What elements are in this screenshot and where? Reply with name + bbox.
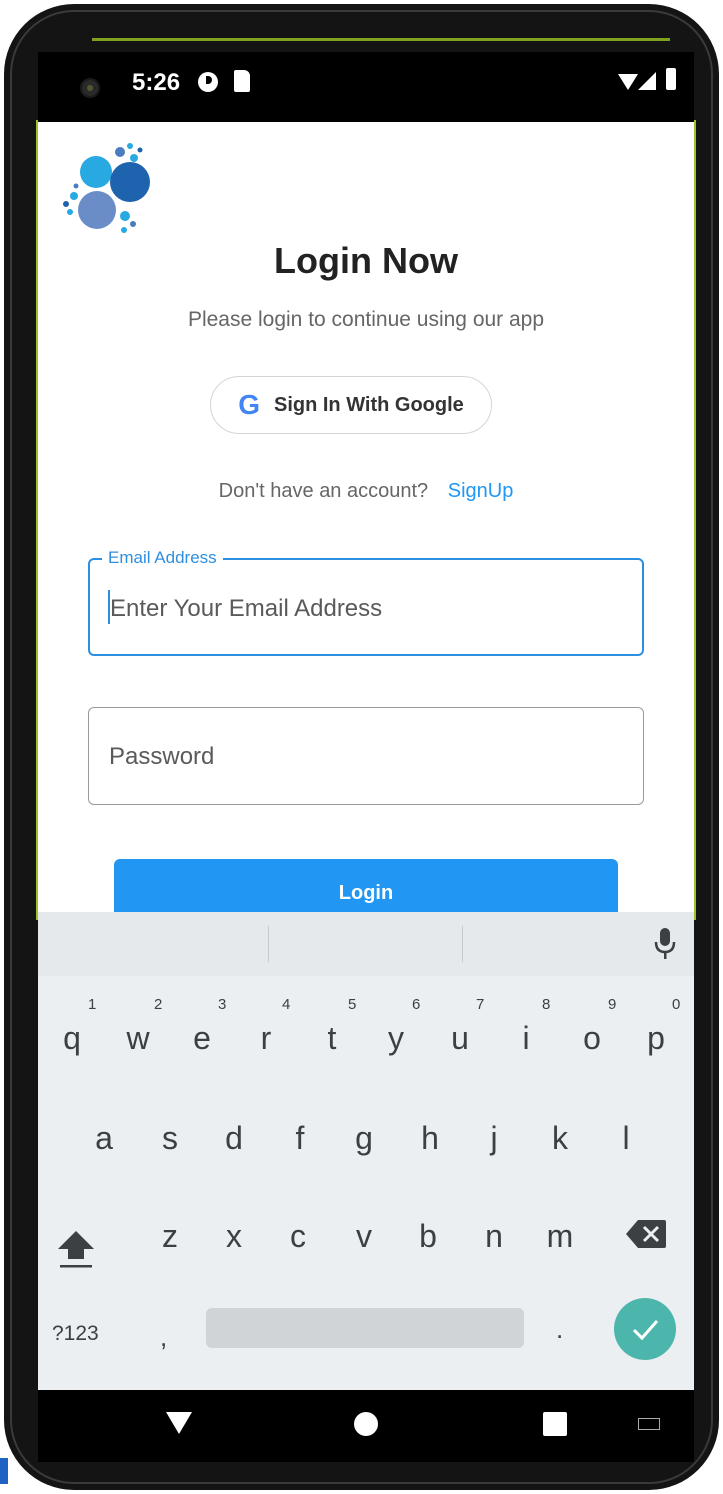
key-j[interactable]: j: [466, 1108, 522, 1168]
key-hint-0: 0: [672, 996, 681, 1013]
cell-signal-icon: [638, 72, 656, 90]
comma-key[interactable]: ,: [160, 1322, 167, 1353]
key-h[interactable]: h: [402, 1108, 458, 1168]
key-k[interactable]: k: [532, 1108, 588, 1168]
symbols-key[interactable]: ?123: [52, 1322, 99, 1346]
email-field[interactable]: Email Address: [88, 548, 644, 656]
email-field-label: Email Address: [102, 548, 223, 568]
battery-icon: [666, 68, 676, 90]
phone-screen: 5:26 Login Now Please login to continue …: [38, 52, 694, 1462]
google-sign-in-label: Sign In With Google: [273, 393, 464, 416]
key-hint-9: 9: [608, 996, 617, 1013]
key-l[interactable]: l: [598, 1108, 654, 1168]
key-c[interactable]: c: [270, 1206, 326, 1266]
status-time: 5:26: [132, 69, 181, 96]
suggestion-divider: [462, 926, 463, 962]
key-v[interactable]: v: [336, 1206, 392, 1266]
status-bar: 5:26: [38, 52, 694, 122]
screen-edge: [694, 120, 696, 920]
phone-top-accent-line: [92, 38, 670, 41]
password-field[interactable]: [88, 707, 644, 805]
shift-arrow-icon[interactable]: [54, 1227, 98, 1271]
key-hint-2: 2: [154, 996, 163, 1013]
password-input[interactable]: [107, 736, 621, 778]
key-d[interactable]: d: [206, 1108, 262, 1168]
sd-card-icon: [234, 70, 250, 92]
signup-row: Don't have an account? SignUp: [38, 480, 694, 503]
checkmark-icon: [632, 1320, 659, 1341]
signup-prompt: Don't have an account?: [218, 480, 429, 502]
key-i[interactable]: i: [498, 1008, 554, 1068]
enter-key[interactable]: [614, 1298, 676, 1360]
key-hint-7: 7: [476, 996, 485, 1013]
key-hint-8: 8: [542, 996, 551, 1013]
signup-link[interactable]: SignUp: [448, 480, 514, 502]
back-triangle-icon[interactable]: [166, 1412, 192, 1434]
home-circle-icon[interactable]: [354, 1412, 378, 1436]
key-x[interactable]: x: [206, 1206, 262, 1266]
key-p[interactable]: p: [628, 1008, 684, 1068]
page-subtitle: Please login to continue using our app: [187, 308, 545, 331]
space-bar[interactable]: [206, 1308, 524, 1348]
key-g[interactable]: g: [336, 1108, 392, 1168]
microphone-icon[interactable]: [652, 926, 678, 962]
key-f[interactable]: f: [272, 1108, 328, 1168]
suggestion-strip: [38, 912, 694, 976]
key-hint-1: 1: [88, 996, 97, 1013]
key-e[interactable]: e: [174, 1008, 230, 1068]
key-hint-6: 6: [412, 996, 421, 1013]
suggestion-divider: [268, 926, 269, 962]
bubble-cluster-logo-icon: [63, 143, 150, 233]
key-n[interactable]: n: [466, 1206, 522, 1266]
key-t[interactable]: t: [304, 1008, 360, 1068]
key-u[interactable]: u: [432, 1008, 488, 1068]
key-hint-3: 3: [218, 996, 227, 1013]
google-g-icon: G: [238, 389, 260, 420]
backspace-icon[interactable]: [624, 1216, 668, 1252]
key-s[interactable]: s: [142, 1108, 198, 1168]
system-nav-bar: [38, 1390, 694, 1462]
key-b[interactable]: b: [400, 1206, 456, 1266]
key-o[interactable]: o: [564, 1008, 620, 1068]
soft-keyboard: q1w2e3r4t5y6u7i8o9p0 asdfghjkl zxcvbnm ?…: [38, 912, 694, 1390]
text-caret: [108, 590, 110, 624]
front-camera: [80, 78, 100, 98]
key-q[interactable]: q: [44, 1008, 100, 1068]
corner-artifact: [0, 1458, 8, 1484]
key-z[interactable]: z: [142, 1206, 198, 1266]
key-hint-5: 5: [348, 996, 357, 1013]
key-a[interactable]: a: [76, 1108, 132, 1168]
keyboard-switcher-icon[interactable]: [638, 1418, 660, 1430]
wifi-icon: [618, 74, 638, 90]
period-key[interactable]: .: [556, 1314, 563, 1345]
key-w[interactable]: w: [110, 1008, 166, 1068]
key-m[interactable]: m: [532, 1206, 588, 1266]
data-saver-icon: [198, 72, 218, 92]
key-r[interactable]: r: [238, 1008, 294, 1068]
google-sign-in-button[interactable]: G Sign In With Google: [210, 376, 492, 434]
page-title: Login Now: [274, 240, 458, 281]
recents-square-icon[interactable]: [543, 1412, 567, 1436]
email-input[interactable]: [108, 588, 622, 630]
key-hint-4: 4: [282, 996, 291, 1013]
key-y[interactable]: y: [368, 1008, 424, 1068]
